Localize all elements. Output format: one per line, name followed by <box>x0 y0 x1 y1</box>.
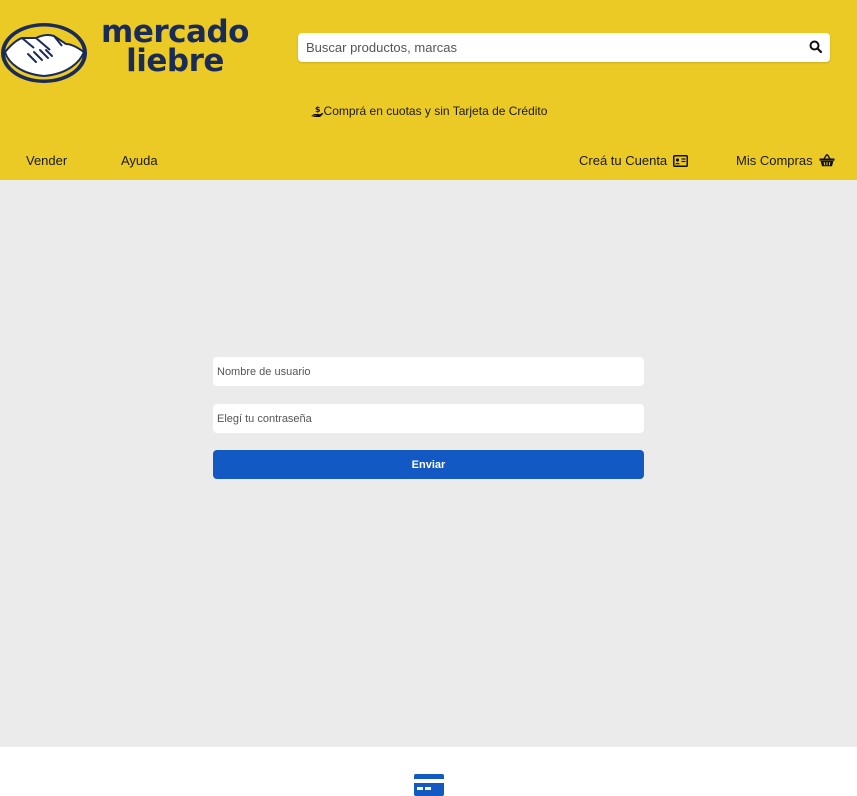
logo-text-line2: liebre <box>126 43 224 79</box>
promo-text: Comprá en cuotas y sin Tarjeta de Crédit… <box>323 104 548 118</box>
search-icon[interactable] <box>808 39 824 55</box>
svg-text:$: $ <box>315 105 321 114</box>
hand-money-icon: $ <box>310 105 323 117</box>
submit-button[interactable]: Enviar <box>213 450 644 479</box>
username-field[interactable] <box>213 357 644 386</box>
promo-banner[interactable]: $ Comprá en cuotas y sin Tarjeta de Créd… <box>0 104 857 121</box>
footer <box>0 747 857 796</box>
handshake-logo-icon <box>1 23 87 83</box>
nav-sell[interactable]: Vender <box>26 153 67 168</box>
header: mercado liebre $ Comprá en cuotas y sin … <box>0 0 857 180</box>
credit-card-icon <box>414 774 444 796</box>
shopping-basket-icon <box>819 154 835 167</box>
nav-create-account[interactable]: Creá tu Cuenta <box>579 153 689 168</box>
id-card-icon <box>673 154 689 167</box>
nav-help-label: Ayuda <box>121 153 158 168</box>
search-bar <box>298 33 830 62</box>
signup-form: Enviar <box>213 357 644 479</box>
nav-create-account-label: Creá tu Cuenta <box>579 153 668 168</box>
nav-sell-label: Vender <box>26 153 68 168</box>
nav-purchases[interactable]: Mis Compras <box>736 153 835 168</box>
nav-purchases-label: Mis Compras <box>736 153 813 168</box>
logo-text: mercado liebre <box>98 17 252 79</box>
search-input[interactable] <box>298 33 798 62</box>
nav-help[interactable]: Ayuda <box>121 153 158 168</box>
mercado-liebre-logo[interactable]: mercado liebre <box>0 17 252 86</box>
password-field[interactable] <box>213 404 644 433</box>
